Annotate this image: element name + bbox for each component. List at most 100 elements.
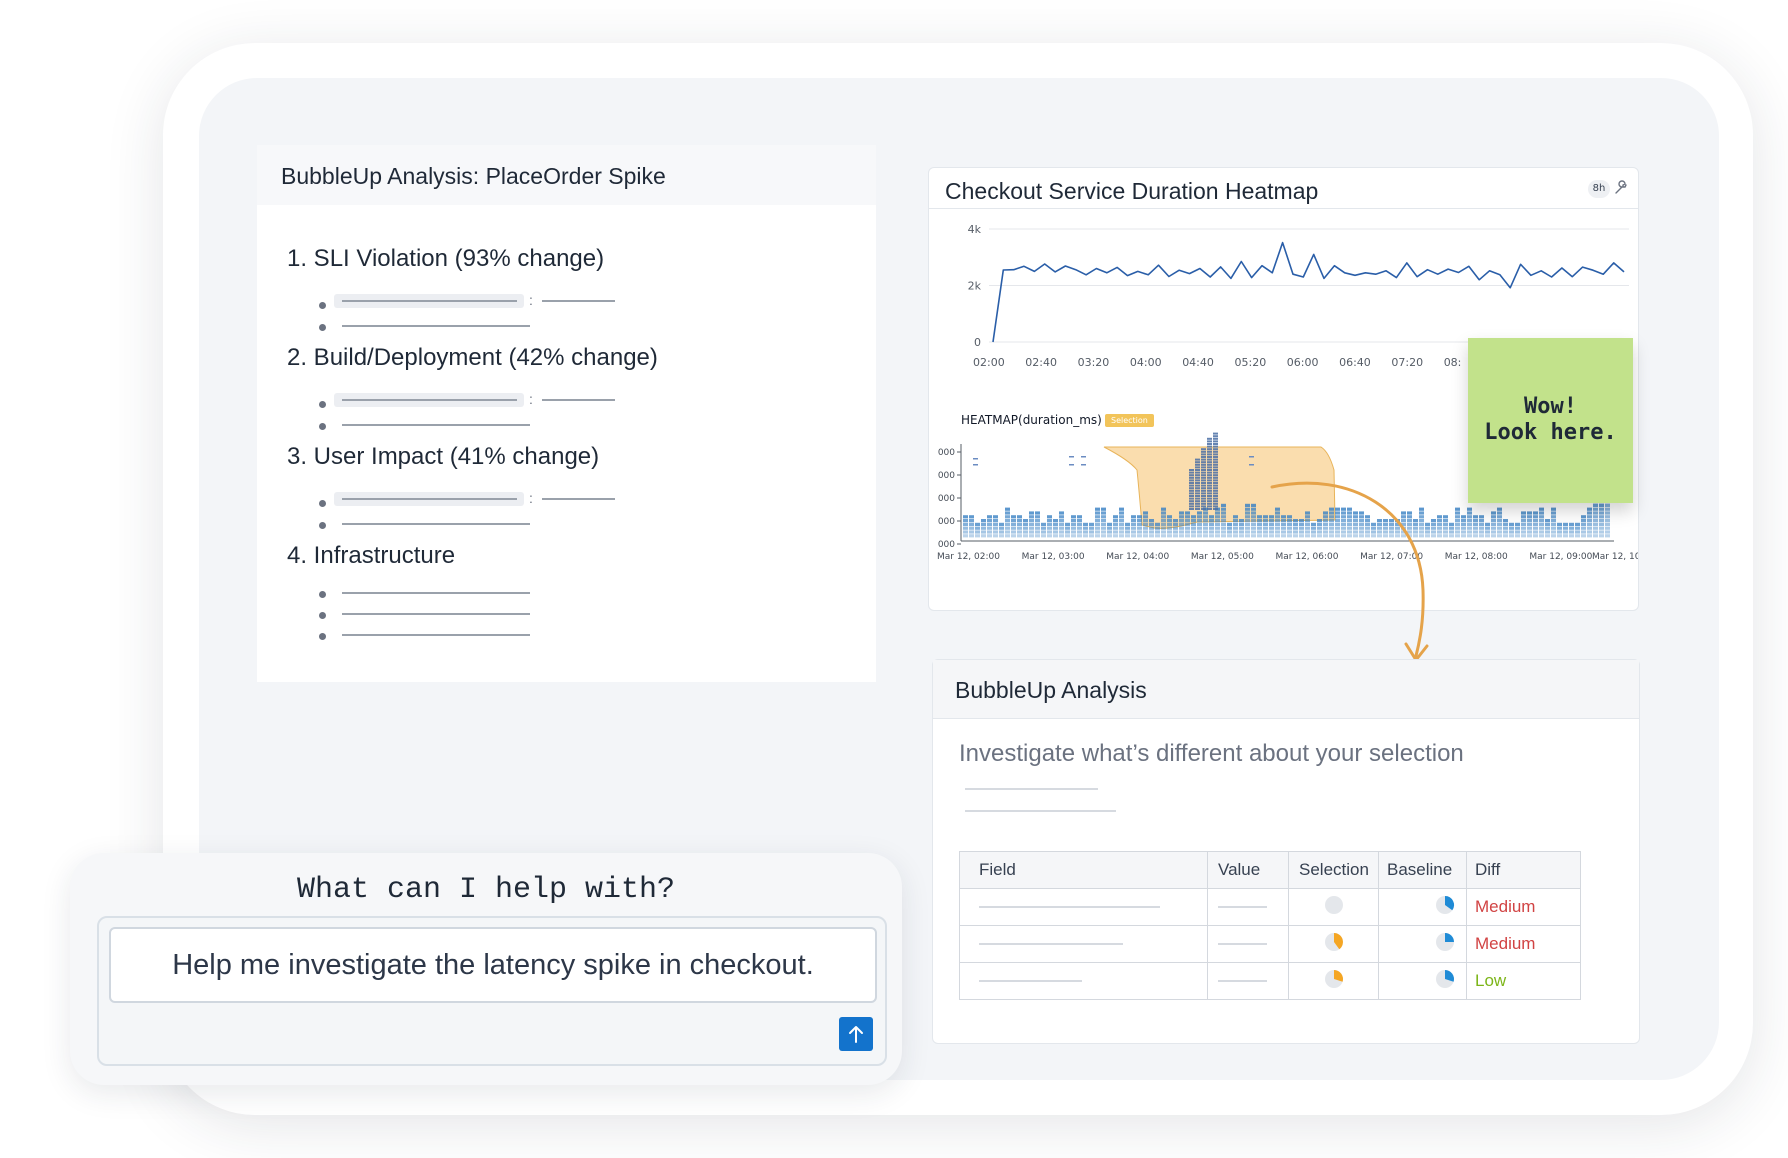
heatmap-cell <box>1605 507 1610 511</box>
heatmap-cell <box>1213 500 1218 503</box>
heatmap-cell <box>1207 466 1212 469</box>
finding-item-title[interactable]: 4. Infrastructure <box>287 542 455 570</box>
send-button[interactable] <box>839 1017 873 1051</box>
heatmap-cell <box>1557 526 1562 530</box>
heatmap-cell <box>1605 511 1610 515</box>
heatmap-cell <box>1131 530 1136 534</box>
heatmap-cell <box>1191 522 1196 526</box>
x-tick-label: 06:00 <box>1287 356 1319 369</box>
heatmap-cell <box>1131 526 1136 530</box>
heatmap-cell <box>1201 502 1206 505</box>
heatmap-cell <box>1515 534 1520 538</box>
heatmap-cell <box>1017 526 1022 530</box>
heatmap-cell <box>987 526 992 530</box>
wrench-icon[interactable] <box>1613 179 1629 197</box>
table-row[interactable]: Low <box>959 962 1581 1000</box>
heatmap-cell <box>969 515 974 519</box>
heatmap-cell <box>1593 507 1598 511</box>
heatmap-cell <box>1503 522 1508 526</box>
heatmap-cell <box>1599 515 1604 519</box>
heatmap-cell <box>1023 534 1028 538</box>
finding-item-title[interactable]: 3. User Impact (41% change) <box>287 443 599 471</box>
heatmap-cell <box>1213 456 1218 458</box>
heatmap-cell <box>1497 530 1502 534</box>
column-header[interactable]: Selection <box>1288 851 1379 889</box>
heatmap-cell <box>1201 508 1206 510</box>
heatmap-cell <box>1195 479 1200 482</box>
finding-item-title[interactable]: 2. Build/Deployment (42% change) <box>287 344 658 372</box>
x-tick-label: Mar 12, 03:00 <box>1022 552 1085 562</box>
heatmap-cell <box>963 515 968 519</box>
heatmap-cell <box>1521 511 1526 515</box>
table-row[interactable]: Medium <box>959 888 1581 926</box>
heatmap-cell <box>1563 522 1568 526</box>
heatmap-cell <box>1077 530 1082 534</box>
heatmap-cell <box>1213 471 1218 474</box>
heatmap-cell <box>1071 526 1076 530</box>
selection-tag: Selection <box>1105 414 1154 427</box>
heatmap-cell <box>1587 526 1592 530</box>
heatmap-cell <box>1257 519 1262 523</box>
heatmap-cell <box>1527 534 1532 538</box>
heatmap-cell <box>1215 534 1220 538</box>
heatmap-cell <box>1221 511 1226 515</box>
heatmap-cell <box>1605 519 1610 523</box>
heatmap-cell <box>1263 515 1268 519</box>
heatmap-cell <box>1201 456 1206 458</box>
heatmap-cell <box>1215 530 1220 534</box>
heatmap-cell <box>1527 511 1532 515</box>
column-header[interactable]: Baseline <box>1378 851 1467 889</box>
column-header[interactable]: Diff <box>1466 851 1581 889</box>
sticky-note-line2: Look here. <box>1484 420 1617 445</box>
heatmap-cell <box>1059 522 1064 526</box>
heatmap-cell <box>1209 526 1214 530</box>
heatmap-cell <box>1551 534 1556 538</box>
redacted-field-line <box>342 300 517 302</box>
heatmap-cell <box>1485 526 1490 530</box>
heatmap-cell <box>1605 530 1610 534</box>
heatmap-cell <box>1179 511 1184 515</box>
heatmap-cell <box>1195 474 1200 477</box>
heatmap-cell <box>1017 530 1022 534</box>
heatmap-cell <box>1257 534 1262 538</box>
column-header[interactable]: Field <box>959 851 1208 889</box>
table-row[interactable]: Medium <box>959 925 1581 963</box>
heatmap-cell <box>1195 463 1200 466</box>
heatmap-cell <box>1143 522 1148 526</box>
heatmap-cell <box>1207 495 1212 497</box>
heatmap-cell <box>1173 519 1178 523</box>
heatmap-cell <box>1077 526 1082 530</box>
heatmap-cell <box>1191 519 1196 523</box>
finding-item-title[interactable]: 1. SLI Violation (93% change) <box>287 245 604 273</box>
heatmap-cell <box>987 530 992 534</box>
heatmap-cell <box>1071 519 1076 523</box>
heatmap-cell <box>1195 471 1200 474</box>
heatmap-cell <box>1179 515 1184 519</box>
heatmap-cell <box>1185 534 1190 538</box>
heatmap-cell <box>1119 530 1124 534</box>
heatmap-cell <box>1137 522 1142 526</box>
heatmap-cell <box>1213 440 1218 443</box>
chat-input[interactable]: Help me investigate the latency spike in… <box>109 927 877 1003</box>
heatmap-cell <box>1017 519 1022 523</box>
column-header[interactable]: Value <box>1207 851 1289 889</box>
x-tick-label: Mar 12, 08:00 <box>1445 552 1508 562</box>
time-range-badge[interactable]: 8h <box>1588 180 1610 198</box>
heatmap-cell <box>1207 489 1212 492</box>
heatmap-cell <box>1207 443 1212 445</box>
heatmap-cell <box>1053 526 1058 530</box>
heatmap-cell <box>1201 495 1206 497</box>
heatmap-cell <box>1221 519 1226 523</box>
heatmap-cell <box>1195 492 1200 495</box>
heatmap-cell <box>1065 526 1070 530</box>
heatmap-cell <box>1539 511 1544 515</box>
heatmap-cell <box>1053 522 1058 526</box>
heatmap-cell <box>1251 515 1256 519</box>
heatmap-cell <box>1221 507 1226 511</box>
heatmap-cell <box>1137 530 1142 534</box>
heatmap-cell <box>981 530 986 534</box>
heatmap-cell <box>1491 511 1496 515</box>
heatmap-cell <box>969 526 974 530</box>
heatmap-cell <box>1503 534 1508 538</box>
heatmap-cell <box>1207 500 1212 503</box>
